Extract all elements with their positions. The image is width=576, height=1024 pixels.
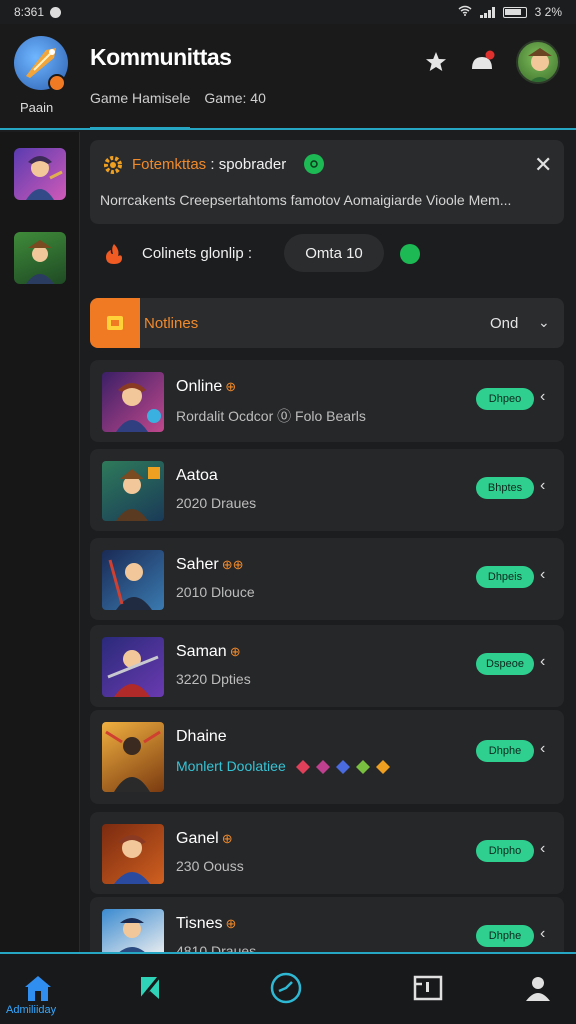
game-thumbnail (102, 909, 164, 957)
chevron-down-icon: ⌄ (538, 314, 550, 330)
status-badge[interactable]: Dhpho (476, 840, 534, 862)
online-count-pill[interactable]: Omta 10 (284, 234, 384, 272)
tab-game-hamisele[interactable]: Game Hamisele (90, 90, 190, 106)
active-tab-indicator (90, 127, 190, 130)
status-badge[interactable]: Bhptes (476, 477, 534, 499)
list-item[interactable]: Tisnes ⊕ 4810 Draues Dhphe ‹ (90, 897, 564, 959)
flame-icon (102, 242, 126, 271)
list-item[interactable]: Ganel ⊕ 230 Oouss Dhpho ‹ (90, 812, 564, 894)
item-title: Ganel ⊕ (176, 830, 233, 847)
status-bar: 8:361 3 2% (0, 0, 576, 24)
filter-icon (90, 298, 140, 348)
status-badge[interactable]: Dhpeis (476, 566, 534, 588)
item-subtitle: 230 Oouss (176, 858, 244, 874)
notification-body: Norrcakents Creepsertahtoms famotov Aoma… (100, 192, 512, 208)
list-item[interactable]: Dhaine Monlert Doolatiee Dhphe ‹ (90, 710, 564, 804)
chevron-left-icon[interactable]: ‹ (540, 388, 545, 406)
profile-icon (526, 977, 550, 1001)
battery-text: 3 2% (534, 5, 562, 19)
notification-title: Fotemkttas : spobrader (132, 156, 286, 173)
chevron-left-icon[interactable]: ‹ (540, 925, 545, 943)
status-badge[interactable]: Dspeoe (476, 653, 534, 675)
notification-card[interactable]: Fotemkttas : spobrader ✕ Norrcakents Cre… (90, 140, 564, 224)
item-title: Online ⊕ (176, 378, 237, 395)
verified-icon (304, 154, 324, 174)
subtabs: Game Hamisele Game: 40 (90, 90, 266, 106)
page-title: Kommunittas (90, 44, 232, 70)
signal-icon (479, 6, 495, 18)
item-title: Saher ⊕⊕ (176, 556, 244, 573)
online-label: Colinets glonlip : (142, 245, 253, 262)
game-thumbnail (102, 637, 164, 697)
game-thumbnail (102, 372, 164, 432)
nav-profile[interactable] (518, 968, 558, 1008)
reaction-icons (294, 758, 402, 775)
notification-title-rest: : spobrader (210, 156, 287, 173)
board-icon (413, 975, 443, 1001)
item-title: Aatoa (176, 467, 218, 484)
nav-home[interactable] (18, 968, 58, 1008)
left-rail (0, 132, 80, 952)
clock-icon (270, 972, 302, 1004)
gear-icon (102, 154, 124, 181)
game-thumbnail (102, 722, 164, 792)
notification-dot-icon (50, 6, 62, 18)
online-indicator-icon (400, 244, 420, 264)
notification-bell-icon[interactable] (468, 48, 496, 76)
list-item[interactable]: Saher ⊕⊕ 2010 Dlouce Dhpeis ‹ (90, 538, 564, 620)
bottom-nav: Admiliiday (0, 952, 576, 1024)
status-badge[interactable]: Dhpeo (476, 388, 534, 410)
chevron-left-icon[interactable]: ‹ (540, 740, 545, 758)
item-subtitle: Monlert Doolatiee (176, 758, 402, 776)
item-title: Saman ⊕ (176, 643, 241, 660)
list-item[interactable]: Saman ⊕ 3220 Dpties Dspeoe ‹ (90, 625, 564, 707)
rail-game-thumb[interactable] (14, 148, 66, 200)
game-thumbnail (102, 550, 164, 610)
nav-clock[interactable] (266, 968, 306, 1008)
item-subtitle: Rordalit Ocdcor ⓪ Folo Bearls (176, 408, 366, 424)
nav-home-label: Admiliiday (6, 1004, 57, 1016)
list-item[interactable]: Aatoa 2020 Draues Bhptes ‹ (90, 449, 564, 531)
chevron-left-icon[interactable]: ‹ (540, 477, 545, 495)
close-icon[interactable]: ✕ (534, 152, 552, 178)
avatar-caption: Paain (20, 100, 54, 115)
user-avatar[interactable] (516, 40, 560, 84)
game-thumbnail (102, 461, 164, 521)
item-subtitle: 2020 Draues (176, 495, 257, 511)
star-icon[interactable] (422, 48, 450, 76)
list-item[interactable]: Online ⊕ Rordalit Ocdcor ⓪ Folo Bearls Dh… (90, 360, 564, 442)
home-icon (25, 976, 51, 1001)
item-subtitle: 2010 Dlouce (176, 584, 255, 600)
chevron-left-icon[interactable]: ‹ (540, 566, 545, 584)
item-title: Tisnes ⊕ (176, 915, 237, 932)
bookmark-icon (139, 976, 161, 1000)
nav-bookmark[interactable] (130, 968, 170, 1008)
tab-game-40[interactable]: Game: 40 (204, 90, 265, 106)
avatar-badge (48, 74, 66, 92)
status-time: 8:361 (14, 5, 45, 19)
status-badge[interactable]: Dhphe (476, 740, 534, 762)
battery-icon (502, 6, 527, 18)
rail-game-thumb[interactable] (14, 232, 66, 284)
chevron-left-icon[interactable]: ‹ (540, 653, 545, 671)
filter-label: Notlines (144, 315, 199, 332)
filter-dropdown[interactable]: Notlines Ond ⌄ (90, 298, 564, 348)
game-thumbnail (102, 824, 164, 884)
notification-title-accent: Fotemkttas (132, 156, 207, 173)
app-header: Paain Kommunittas Game Hamisele Game: 40 (0, 24, 576, 130)
item-subtitle: 3220 Dpties (176, 671, 251, 687)
wifi-icon (458, 5, 472, 19)
nav-board[interactable] (408, 968, 448, 1008)
item-title: Dhaine (176, 728, 227, 745)
filter-selected-value: Ond (490, 315, 519, 332)
chevron-left-icon[interactable]: ‹ (540, 840, 545, 858)
status-badge[interactable]: Dhphe (476, 925, 534, 947)
online-status-row: Colinets glonlip : Omta 10 (90, 234, 564, 274)
